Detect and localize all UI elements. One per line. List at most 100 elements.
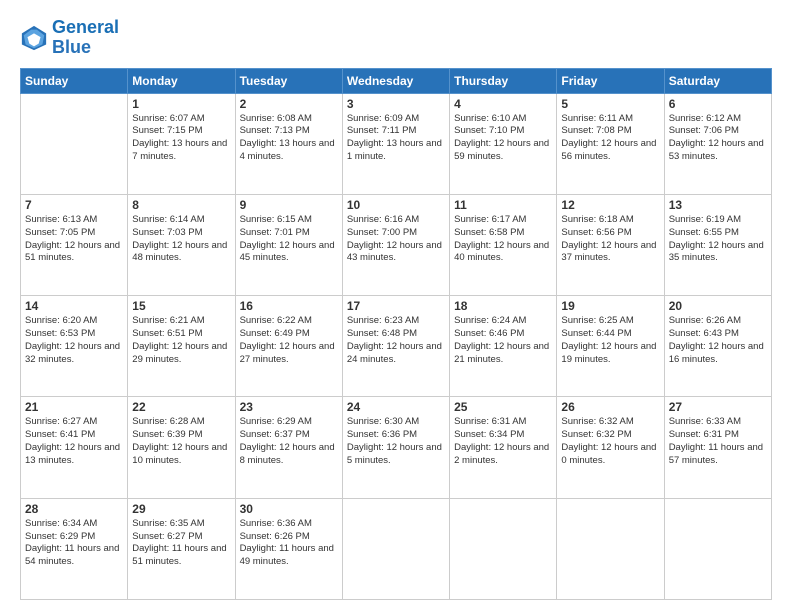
- day-number: 11: [454, 198, 552, 212]
- calendar-week-row: 1 Sunrise: 6:07 AM Sunset: 7:15 PM Daylig…: [21, 93, 772, 194]
- day-info: Sunrise: 6:11 AM Sunset: 7:08 PM Dayligh…: [561, 113, 659, 164]
- calendar-week-row: 28Sunrise: 6:34 AM Sunset: 6:29 PM Dayli…: [21, 498, 772, 599]
- calendar-header-thursday: Thursday: [450, 68, 557, 93]
- day-info: Sunrise: 6:36 AM Sunset: 6:26 PM Dayligh…: [240, 518, 338, 569]
- day-number: 22: [132, 400, 230, 414]
- day-info: Sunrise: 6:31 AM Sunset: 6:34 PM Dayligh…: [454, 416, 552, 467]
- header: General Blue: [20, 18, 772, 58]
- day-number: 27: [669, 400, 767, 414]
- day-info: Sunrise: 6:29 AM Sunset: 6:37 PM Dayligh…: [240, 416, 338, 467]
- day-info: Sunrise: 6:22 AM Sunset: 6:49 PM Dayligh…: [240, 315, 338, 366]
- logo: General Blue: [20, 18, 119, 58]
- day-info: Sunrise: 6:08 AM Sunset: 7:13 PM Dayligh…: [240, 113, 338, 164]
- day-number: 14: [25, 299, 123, 313]
- calendar-cell: [21, 93, 128, 194]
- day-info: Sunrise: 6:27 AM Sunset: 6:41 PM Dayligh…: [25, 416, 123, 467]
- calendar-cell: 23 Sunrise: 6:29 AM Sunset: 6:37 PM Dayli…: [235, 397, 342, 498]
- calendar-week-row: 21 Sunrise: 6:27 AM Sunset: 6:41 PM Dayli…: [21, 397, 772, 498]
- calendar-table: SundayMondayTuesdayWednesdayThursdayFrid…: [20, 68, 772, 600]
- calendar-header-saturday: Saturday: [664, 68, 771, 93]
- day-info: Sunrise: 6:18 AM Sunset: 6:56 PM Dayligh…: [561, 214, 659, 265]
- calendar-cell: [557, 498, 664, 599]
- calendar-cell: [664, 498, 771, 599]
- calendar-cell: 19 Sunrise: 6:25 AM Sunset: 6:44 PM Dayli…: [557, 296, 664, 397]
- day-number: 21: [25, 400, 123, 414]
- calendar-cell: [342, 498, 449, 599]
- day-info: Sunrise: 6:16 AM Sunset: 7:00 PM Dayligh…: [347, 214, 445, 265]
- day-number: 3: [347, 97, 445, 111]
- day-number: 17: [347, 299, 445, 313]
- day-number: 13: [669, 198, 767, 212]
- calendar-header-wednesday: Wednesday: [342, 68, 449, 93]
- day-number: 20: [669, 299, 767, 313]
- day-info: Sunrise: 6:23 AM Sunset: 6:48 PM Dayligh…: [347, 315, 445, 366]
- calendar-cell: 25 Sunrise: 6:31 AM Sunset: 6:34 PM Dayli…: [450, 397, 557, 498]
- day-number: 5: [561, 97, 659, 111]
- day-number: 23: [240, 400, 338, 414]
- day-number: 7: [25, 198, 123, 212]
- calendar-cell: 11 Sunrise: 6:17 AM Sunset: 6:58 PM Dayli…: [450, 194, 557, 295]
- calendar-cell: 16 Sunrise: 6:22 AM Sunset: 6:49 PM Dayli…: [235, 296, 342, 397]
- day-info: Sunrise: 6:21 AM Sunset: 6:51 PM Dayligh…: [132, 315, 230, 366]
- calendar-cell: 1 Sunrise: 6:07 AM Sunset: 7:15 PM Daylig…: [128, 93, 235, 194]
- day-number: 2: [240, 97, 338, 111]
- day-info: Sunrise: 6:25 AM Sunset: 6:44 PM Dayligh…: [561, 315, 659, 366]
- day-info: Sunrise: 6:34 AM Sunset: 6:29 PM Dayligh…: [25, 518, 123, 569]
- calendar-cell: 6Sunrise: 6:12 AM Sunset: 7:06 PM Daylig…: [664, 93, 771, 194]
- calendar-cell: 28Sunrise: 6:34 AM Sunset: 6:29 PM Dayli…: [21, 498, 128, 599]
- day-number: 15: [132, 299, 230, 313]
- day-number: 16: [240, 299, 338, 313]
- day-info: Sunrise: 6:20 AM Sunset: 6:53 PM Dayligh…: [25, 315, 123, 366]
- logo-icon: [20, 24, 48, 52]
- day-number: 25: [454, 400, 552, 414]
- page: General Blue SundayMondayTuesdayWednesda…: [0, 0, 792, 612]
- calendar-cell: 7Sunrise: 6:13 AM Sunset: 7:05 PM Daylig…: [21, 194, 128, 295]
- calendar-cell: 21 Sunrise: 6:27 AM Sunset: 6:41 PM Dayli…: [21, 397, 128, 498]
- calendar-cell: 5 Sunrise: 6:11 AM Sunset: 7:08 PM Daylig…: [557, 93, 664, 194]
- day-number: 24: [347, 400, 445, 414]
- day-number: 26: [561, 400, 659, 414]
- calendar-cell: 27Sunrise: 6:33 AM Sunset: 6:31 PM Dayli…: [664, 397, 771, 498]
- day-number: 30: [240, 502, 338, 516]
- calendar-week-row: 14 Sunrise: 6:20 AM Sunset: 6:53 PM Dayli…: [21, 296, 772, 397]
- day-info: Sunrise: 6:07 AM Sunset: 7:15 PM Dayligh…: [132, 113, 230, 164]
- calendar-cell: 29Sunrise: 6:35 AM Sunset: 6:27 PM Dayli…: [128, 498, 235, 599]
- day-number: 12: [561, 198, 659, 212]
- calendar-cell: 22 Sunrise: 6:28 AM Sunset: 6:39 PM Dayli…: [128, 397, 235, 498]
- day-number: 4: [454, 97, 552, 111]
- calendar-cell: 9Sunrise: 6:15 AM Sunset: 7:01 PM Daylig…: [235, 194, 342, 295]
- calendar-cell: 10 Sunrise: 6:16 AM Sunset: 7:00 PM Dayli…: [342, 194, 449, 295]
- calendar-header-tuesday: Tuesday: [235, 68, 342, 93]
- calendar-week-row: 7Sunrise: 6:13 AM Sunset: 7:05 PM Daylig…: [21, 194, 772, 295]
- calendar-cell: 26 Sunrise: 6:32 AM Sunset: 6:32 PM Dayli…: [557, 397, 664, 498]
- calendar-cell: 15 Sunrise: 6:21 AM Sunset: 6:51 PM Dayli…: [128, 296, 235, 397]
- logo-tagline: Blue: [52, 38, 119, 58]
- day-info: Sunrise: 6:14 AM Sunset: 7:03 PM Dayligh…: [132, 214, 230, 265]
- day-info: Sunrise: 6:09 AM Sunset: 7:11 PM Dayligh…: [347, 113, 445, 164]
- calendar-header-friday: Friday: [557, 68, 664, 93]
- calendar-cell: 20 Sunrise: 6:26 AM Sunset: 6:43 PM Dayli…: [664, 296, 771, 397]
- logo-name: General: [52, 18, 119, 38]
- day-info: Sunrise: 6:19 AM Sunset: 6:55 PM Dayligh…: [669, 214, 767, 265]
- calendar-cell: 24Sunrise: 6:30 AM Sunset: 6:36 PM Dayli…: [342, 397, 449, 498]
- calendar-cell: 17 Sunrise: 6:23 AM Sunset: 6:48 PM Dayli…: [342, 296, 449, 397]
- day-info: Sunrise: 6:28 AM Sunset: 6:39 PM Dayligh…: [132, 416, 230, 467]
- calendar-cell: 12 Sunrise: 6:18 AM Sunset: 6:56 PM Dayli…: [557, 194, 664, 295]
- day-info: Sunrise: 6:10 AM Sunset: 7:10 PM Dayligh…: [454, 113, 552, 164]
- calendar-header-monday: Monday: [128, 68, 235, 93]
- day-number: 10: [347, 198, 445, 212]
- day-number: 18: [454, 299, 552, 313]
- day-info: Sunrise: 6:32 AM Sunset: 6:32 PM Dayligh…: [561, 416, 659, 467]
- day-number: 1: [132, 97, 230, 111]
- calendar-cell: [450, 498, 557, 599]
- day-info: Sunrise: 6:26 AM Sunset: 6:43 PM Dayligh…: [669, 315, 767, 366]
- calendar-cell: 3 Sunrise: 6:09 AM Sunset: 7:11 PM Daylig…: [342, 93, 449, 194]
- calendar-cell: 30 Sunrise: 6:36 AM Sunset: 6:26 PM Dayli…: [235, 498, 342, 599]
- day-number: 8: [132, 198, 230, 212]
- day-info: Sunrise: 6:24 AM Sunset: 6:46 PM Dayligh…: [454, 315, 552, 366]
- calendar-header-sunday: Sunday: [21, 68, 128, 93]
- day-info: Sunrise: 6:15 AM Sunset: 7:01 PM Dayligh…: [240, 214, 338, 265]
- day-number: 19: [561, 299, 659, 313]
- calendar-cell: 14 Sunrise: 6:20 AM Sunset: 6:53 PM Dayli…: [21, 296, 128, 397]
- day-info: Sunrise: 6:17 AM Sunset: 6:58 PM Dayligh…: [454, 214, 552, 265]
